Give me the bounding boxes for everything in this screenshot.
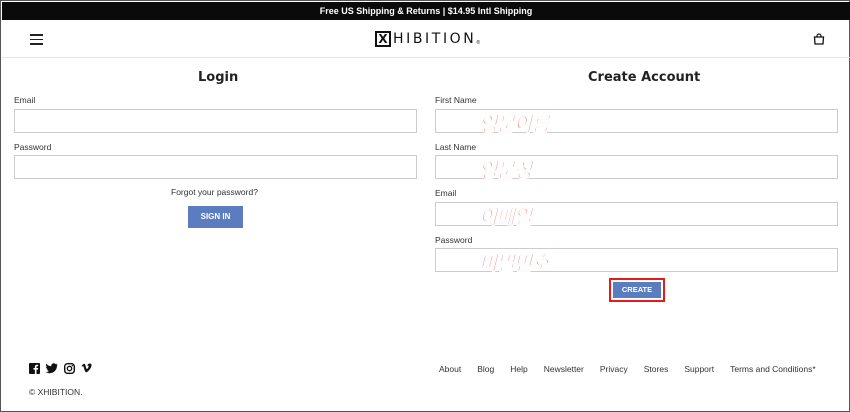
footer-link-about[interactable]: About (439, 364, 461, 374)
forgot-password-link[interactable]: Forgot your password? (171, 187, 258, 197)
footer-link-newsletter[interactable]: Newsletter (544, 364, 584, 374)
first-name-annotation: 영문이름 (479, 112, 550, 137)
hamburger-menu-icon[interactable] (30, 34, 43, 45)
announcement-bar: Free US Shipping & Returns | $14.95 Intl… (2, 2, 850, 20)
page-frame: Free US Shipping & Returns | $14.95 Intl… (0, 0, 850, 412)
copyright-text: © XHIBITION. (29, 387, 83, 397)
footer-link-support[interactable]: Support (684, 364, 714, 374)
footer-link-help[interactable]: Help (510, 364, 527, 374)
create-account-title: Create Account (588, 70, 701, 85)
create-button[interactable]: CREATE (613, 282, 661, 298)
site-logo[interactable]: X HIBITION ® (375, 30, 480, 48)
email-annotation: 이메일 (479, 205, 533, 230)
login-password-input[interactable] (14, 155, 417, 179)
site-header: X HIBITION ® (2, 20, 850, 58)
login-email-label: Email (14, 95, 36, 105)
footer-link-privacy[interactable]: Privacy (600, 364, 628, 374)
create-email-label: Email (435, 188, 457, 198)
social-links (29, 363, 92, 374)
shopping-bag-icon[interactable] (813, 33, 825, 45)
login-password-label: Password (14, 142, 52, 152)
create-password-label: Password (435, 235, 473, 245)
logo-registered-mark: ® (476, 40, 481, 46)
logo-text: HIBITION (393, 31, 477, 47)
login-title: Login (198, 70, 239, 85)
password-annotation: 비밀번호 (479, 251, 550, 276)
last-name-annotation: 영문성 (479, 158, 533, 183)
first-name-label: First Name (435, 95, 477, 105)
footer-link-terms[interactable]: Terms and Conditions* (730, 364, 816, 374)
create-button-highlight: CREATE (609, 278, 665, 302)
twitter-icon[interactable] (46, 363, 58, 374)
vimeo-icon[interactable] (81, 363, 92, 374)
facebook-icon[interactable] (29, 363, 40, 374)
footer-nav: About Blog Help Newsletter Privacy Store… (439, 364, 816, 374)
footer-link-stores[interactable]: Stores (644, 364, 669, 374)
login-email-input[interactable] (14, 109, 417, 133)
footer-link-blog[interactable]: Blog (477, 364, 494, 374)
instagram-icon[interactable] (64, 363, 75, 374)
logo-mark: X (375, 31, 391, 47)
last-name-label: Last Name (435, 142, 477, 152)
sign-in-button[interactable]: SIGN IN (188, 206, 243, 228)
